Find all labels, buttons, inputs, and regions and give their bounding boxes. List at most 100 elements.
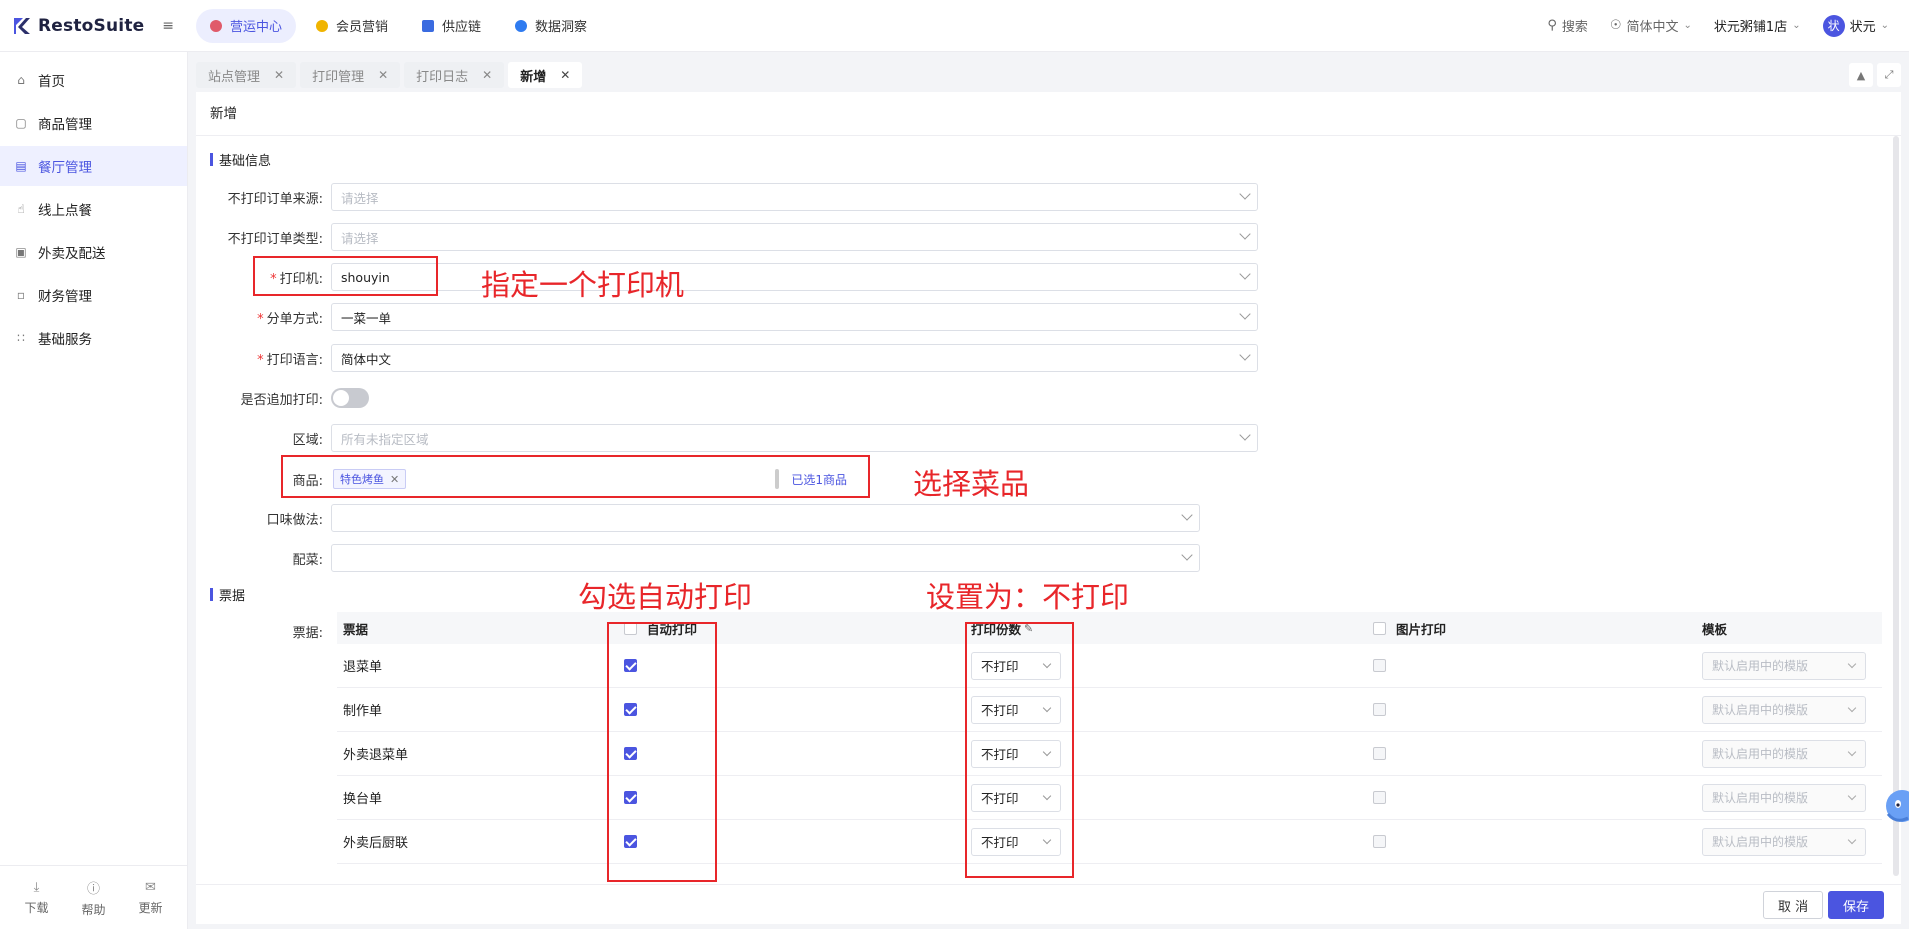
template-select[interactable]: 默认启用中的模版 [1702, 783, 1866, 812]
row-area: 区域: 所有未指定区域 [196, 423, 1258, 453]
update-icon: ✉ [145, 879, 156, 895]
section-tickets: 票据 [210, 585, 245, 604]
chevron-down-icon: ⌄ [1683, 20, 1692, 31]
language-select[interactable]: ☉ 简体中文 ⌄ [1610, 16, 1692, 35]
tab-print-log[interactable]: 打印日志 ✕ [404, 62, 505, 88]
table-row: 外卖后厨联 不打印 默认启用中的模版 [337, 820, 1882, 864]
chevron-down-icon [1239, 429, 1251, 441]
collapse-menu-icon[interactable]: ≡ [162, 18, 174, 34]
append-print-toggle[interactable] [331, 388, 369, 408]
print-language-select[interactable]: 简体中文 [331, 344, 1258, 372]
globe-icon: ☉ [1609, 18, 1622, 33]
member-icon [316, 19, 329, 32]
box-icon: ▢ [15, 116, 27, 130]
sidebar-bottom: ⤓ 下载 ⓘ 帮助 ✉ 更新 [0, 865, 187, 929]
close-icon[interactable]: ✕ [482, 68, 492, 82]
chevron-down-icon [1239, 349, 1251, 361]
grid-icon: ∷ [17, 331, 25, 345]
chevron-down-icon [1847, 791, 1857, 800]
image-print-checkbox[interactable] [1373, 659, 1386, 672]
topnav-data-insights[interactable]: 数据洞察 [501, 9, 601, 43]
chevron-down-icon [1847, 747, 1857, 756]
exclude-type-select[interactable]: 请选择 [331, 223, 1258, 251]
area-select[interactable]: 所有未指定区域 [331, 424, 1258, 452]
template-select[interactable]: 默认启用中的模版 [1702, 651, 1866, 680]
image-print-checkbox[interactable] [1373, 791, 1386, 804]
flavor-select[interactable] [331, 504, 1200, 532]
store-select[interactable]: 状元粥铺1店 ⌄ [1714, 16, 1801, 35]
top-right: ⚲ 搜索 ☉ 简体中文 ⌄ 状元粥铺1店 ⌄ 状状元 ⌄ [1547, 14, 1909, 37]
store-icon: ▤ [15, 159, 27, 173]
update-button[interactable]: ✉ 更新 [138, 880, 162, 916]
image-print-checkbox[interactable] [1373, 835, 1386, 848]
tab-print-management[interactable]: 打印管理 ✕ [300, 62, 401, 88]
chevron-down-icon [1239, 268, 1251, 280]
table-row: 换台单 不打印 默认启用中的模版 [337, 776, 1882, 820]
assistant-mascot-icon[interactable] [1880, 784, 1909, 828]
chevron-down-icon [1847, 659, 1857, 668]
home-icon: ⌂ [17, 73, 25, 87]
annotation-printer: 指定一个打印机 [481, 268, 685, 302]
chevron-down-icon [1239, 308, 1251, 320]
top-bar: RestoSuite ≡ 营运中心 会员营销 供应链 数据洞察 ⚲ 搜索 ☉ 简体中… [0, 0, 1909, 52]
annotation-box-auto-print [607, 622, 717, 882]
section-basic-info: 基础信息 [210, 150, 271, 169]
sidebar-item-home[interactable]: ⌂ 首页 [0, 60, 187, 100]
save-button[interactable]: 保存 [1828, 891, 1885, 919]
close-icon[interactable]: ✕ [560, 68, 570, 82]
close-icon[interactable]: ✕ [378, 68, 388, 82]
cancel-button[interactable]: 取 消 [1763, 891, 1824, 919]
image-print-checkbox[interactable] [1373, 703, 1386, 716]
brand-name: RestoSuite [38, 15, 145, 36]
topnav-member-marketing[interactable]: 会员营销 [302, 9, 402, 43]
chevron-down-icon [1847, 835, 1857, 844]
row-append-print: 是否追加打印: [196, 383, 369, 413]
chevron-down-icon [1847, 703, 1857, 712]
tab-tools: ▲ ⤢ [1849, 63, 1901, 87]
sidebar-item-finance[interactable]: ▫ 财务管理 [0, 275, 187, 315]
template-select[interactable]: 默认启用中的模版 [1702, 695, 1866, 724]
sidebar-item-online-order[interactable]: ☝ 线上点餐 [0, 189, 187, 229]
help-button[interactable]: ⓘ 帮助 [81, 878, 105, 918]
template-select[interactable]: 默认启用中的模版 [1702, 739, 1866, 768]
row-print-language: * 打印语言: 简体中文 [196, 343, 1258, 373]
row-split-mode: * 分单方式: 一菜一单 [196, 302, 1258, 332]
table-row: 制作单 不打印 默认启用中的模版 [337, 688, 1882, 732]
image-print-checkbox[interactable] [1373, 747, 1386, 760]
topnav-operations[interactable]: 营运中心 [196, 8, 297, 43]
lock-icon[interactable]: ▲ [1849, 63, 1873, 87]
user-menu[interactable]: 状状元 ⌄ [1822, 14, 1889, 37]
sidebar-item-delivery[interactable]: ▣ 外卖及配送 [0, 232, 187, 272]
page-tabs: 站点管理 ✕ 打印管理 ✕ 打印日志 ✕ 新增 ✕ ▲ ⤢ [196, 60, 1901, 90]
row-exclude-type: 不打印订单类型: 请选择 [196, 222, 1258, 252]
chevron-down-icon [1181, 549, 1193, 561]
topnav-supply-chain[interactable]: 供应链 [408, 9, 495, 43]
vertical-scrollbar[interactable] [1893, 136, 1899, 876]
download-button[interactable]: ⤓ 下载 [24, 880, 48, 916]
side-dish-select[interactable] [331, 544, 1200, 572]
sidebar-item-basic-service[interactable]: ∷ 基础服务 [0, 318, 187, 358]
image-print-select-all[interactable] [1373, 621, 1386, 635]
template-select[interactable]: 默认启用中的模版 [1702, 827, 1866, 856]
tab-site-management[interactable]: 站点管理 ✕ [196, 62, 297, 88]
top-nav: 营运中心 会员营销 供应链 数据洞察 [196, 8, 601, 43]
split-mode-select[interactable]: 一菜一单 [331, 303, 1258, 331]
close-icon[interactable]: ✕ [274, 68, 284, 82]
download-icon: ⤓ [33, 879, 40, 895]
sidebar-item-restaurant[interactable]: ▤ 餐厅管理 [0, 146, 187, 186]
search-icon: ⚲ [1547, 18, 1557, 33]
annotation-box-copies [965, 622, 1074, 878]
exclude-source-select[interactable]: 请选择 [331, 183, 1258, 211]
sidebar-item-goods[interactable]: ▢ 商品管理 [0, 103, 187, 143]
printer-select[interactable]: shouyin [331, 263, 1258, 291]
chevron-down-icon: ⌄ [1792, 20, 1801, 31]
fullscreen-icon[interactable]: ⤢ [1877, 63, 1901, 87]
annotation-auto-print: 勾选自动打印 [578, 580, 753, 614]
row-side-dish: 配菜: [196, 543, 1200, 573]
search-button[interactable]: ⚲ 搜索 [1547, 16, 1588, 35]
hand-icon: ☝ [17, 202, 25, 216]
brand[interactable]: RestoSuite ≡ [0, 16, 188, 36]
tab-new[interactable]: 新增 ✕ [508, 62, 583, 88]
table-row: 退菜单 不打印 默认启用中的模版 [337, 644, 1882, 688]
row-flavor: 口味做法: [196, 503, 1200, 533]
